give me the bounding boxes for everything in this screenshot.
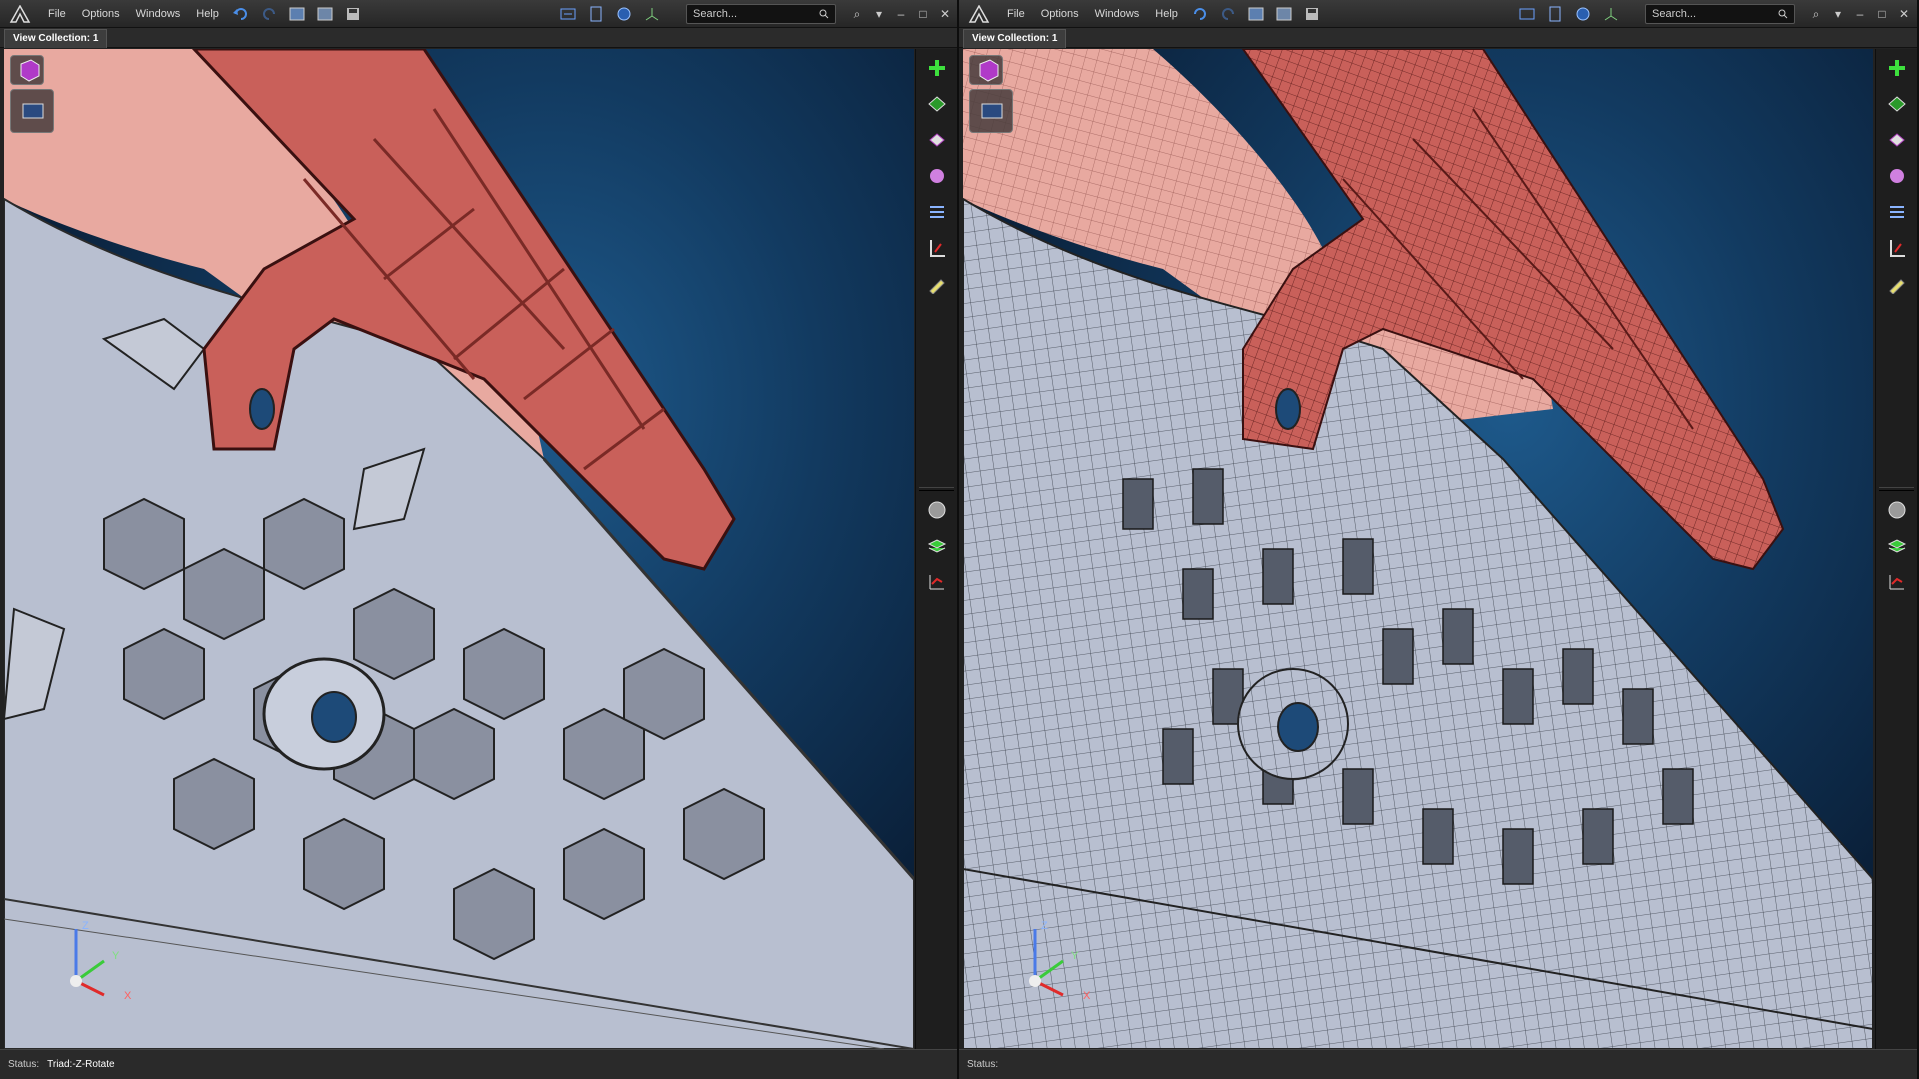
search-placeholder: Search...	[1652, 8, 1697, 20]
save-as-icon[interactable]	[314, 4, 336, 24]
floppy-icon[interactable]	[342, 4, 364, 24]
fit-view-icon[interactable]	[557, 4, 579, 24]
axis-view-icon[interactable]	[641, 4, 663, 24]
plane-icon[interactable]	[1883, 91, 1911, 117]
redo-icon[interactable]	[258, 4, 280, 24]
status-bar: Status: Triad:-Z-Rotate	[0, 1049, 957, 1079]
menu-options[interactable]: Options	[1033, 0, 1087, 28]
graph-icon[interactable]	[923, 569, 951, 595]
axis-triad: Z Y X	[1029, 920, 1091, 1001]
maximize-icon[interactable]: □	[1871, 7, 1893, 21]
list-icon[interactable]	[923, 199, 951, 225]
search-icon	[819, 9, 829, 19]
window-controls: ⌕ ▾ – □ ✕	[1805, 0, 1915, 28]
search-icon	[1778, 9, 1788, 19]
close-icon[interactable]: ✕	[1893, 7, 1915, 21]
tab-view-collection[interactable]: View Collection: 1	[963, 29, 1067, 48]
menu-windows[interactable]: Windows	[1087, 0, 1148, 28]
undo-icon[interactable]	[1189, 4, 1211, 24]
eraser-icon[interactable]	[1883, 127, 1911, 153]
app-logo-icon[interactable]	[959, 0, 999, 28]
measure-icon[interactable]	[923, 235, 951, 261]
mesh-render	[963, 49, 1873, 1049]
model-render	[4, 49, 914, 1049]
menu-file[interactable]: File	[999, 0, 1033, 28]
right-toolbar	[1875, 49, 1917, 1049]
status-value: Triad:-Z-Rotate	[47, 1059, 115, 1070]
page-view-icon[interactable]	[585, 4, 607, 24]
stack-icon[interactable]	[1883, 533, 1911, 559]
dropdown-icon[interactable]: ▾	[1827, 7, 1849, 21]
menu-help[interactable]: Help	[1147, 0, 1186, 28]
search-input[interactable]: Search...	[1645, 4, 1795, 24]
globe-view-icon[interactable]	[613, 4, 635, 24]
minimize-icon[interactable]: –	[890, 7, 912, 21]
triad-y-label: Y	[1071, 950, 1079, 962]
plane-icon[interactable]	[923, 91, 951, 117]
menu-options[interactable]: Options	[74, 0, 128, 28]
view-cube-icon[interactable]	[10, 55, 44, 85]
status-label: Status:	[8, 1059, 40, 1070]
search-input[interactable]: Search...	[686, 4, 836, 24]
app-logo-icon[interactable]	[0, 0, 40, 28]
triad-x-label: X	[124, 990, 132, 1001]
status-label: Status:	[967, 1059, 999, 1070]
sphere-icon[interactable]	[1883, 497, 1911, 523]
dropdown-icon[interactable]: ▾	[868, 7, 890, 21]
graph-icon[interactable]	[1883, 569, 1911, 595]
flower-icon[interactable]	[923, 163, 951, 189]
view-list-icon[interactable]	[969, 89, 1013, 133]
minimize-icon[interactable]: –	[1849, 7, 1871, 21]
fit-view-icon[interactable]	[1516, 4, 1538, 24]
triad-y-label: Y	[112, 950, 120, 962]
status-bar: Status:	[959, 1049, 1917, 1079]
window-controls: ⌕ ▾ – □ ✕	[846, 0, 956, 28]
model-viewport[interactable]: Z Y X	[4, 49, 914, 1049]
save-icon[interactable]	[1245, 4, 1267, 24]
view-list-icon[interactable]	[10, 89, 54, 133]
globe-view-icon[interactable]	[1572, 4, 1594, 24]
axis-view-icon[interactable]	[1600, 4, 1622, 24]
pencil-icon[interactable]	[923, 271, 951, 297]
triad-z-label: Z	[1041, 920, 1048, 932]
right-toolbar	[915, 49, 957, 1049]
right-pane: File Options Windows Help Search... ⌕ ▾ …	[959, 0, 1919, 1079]
mesh-viewport[interactable]: Z Y X	[963, 49, 1873, 1049]
search-placeholder: Search...	[693, 8, 738, 20]
triad-x-label: X	[1083, 990, 1091, 1001]
toolbar-separator	[1879, 487, 1914, 491]
flower-icon[interactable]	[1883, 163, 1911, 189]
menu-windows[interactable]: Windows	[128, 0, 189, 28]
redo-icon[interactable]	[1217, 4, 1239, 24]
app-window: File Options Windows Help Search... ⌕ ▾ …	[0, 0, 1919, 1079]
tab-bar: View Collection: 1	[0, 28, 957, 48]
menu-help[interactable]: Help	[188, 0, 227, 28]
add-node-icon[interactable]	[923, 55, 951, 81]
close-icon[interactable]: ✕	[934, 7, 956, 21]
undo-icon[interactable]	[230, 4, 252, 24]
save-icon[interactable]	[286, 4, 308, 24]
measure-icon[interactable]	[1883, 235, 1911, 261]
view-cube-icon[interactable]	[969, 55, 1003, 85]
toolbar-separator	[919, 487, 954, 491]
stack-icon[interactable]	[923, 533, 951, 559]
save-as-icon[interactable]	[1273, 4, 1295, 24]
eraser-icon[interactable]	[923, 127, 951, 153]
floppy-icon[interactable]	[1301, 4, 1323, 24]
maximize-icon[interactable]: □	[912, 7, 934, 21]
page-view-icon[interactable]	[1544, 4, 1566, 24]
sphere-icon[interactable]	[923, 497, 951, 523]
tab-bar: View Collection: 1	[959, 28, 1917, 48]
menu-file[interactable]: File	[40, 0, 74, 28]
triad-z-label: Z	[82, 920, 89, 932]
axis-triad: Z Y X	[70, 920, 132, 1001]
add-node-icon[interactable]	[1883, 55, 1911, 81]
pin-icon[interactable]: ⌕	[846, 7, 868, 22]
tab-view-collection[interactable]: View Collection: 1	[4, 29, 108, 48]
pencil-icon[interactable]	[1883, 271, 1911, 297]
pin-icon[interactable]: ⌕	[1805, 7, 1827, 22]
list-icon[interactable]	[1883, 199, 1911, 225]
left-pane: File Options Windows Help Search... ⌕ ▾ …	[0, 0, 959, 1079]
